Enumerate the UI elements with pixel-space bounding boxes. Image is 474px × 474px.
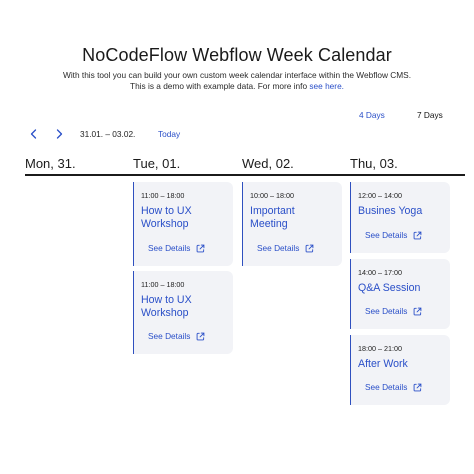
event-card[interactable]: 11:00 – 18:00 How to UX Workshop See Det… (133, 271, 233, 354)
see-details-link[interactable]: See Details (148, 331, 205, 341)
event-title: Important Meeting (250, 205, 334, 230)
page-title: NoCodeFlow Webflow Week Calendar (82, 45, 392, 65)
subtitle-text: This is a demo with example data. For mo… (130, 80, 310, 91)
see-details-link[interactable]: See Details (365, 306, 422, 316)
subtitle-line-2: This is a demo with example data. For mo… (0, 81, 474, 92)
see-details-link[interactable]: See Details (148, 243, 205, 253)
event-title-line: Meeting (250, 217, 288, 230)
external-link-icon (414, 231, 422, 239)
event-card[interactable]: 18:00 – 21:00 After Work See Details (350, 335, 450, 405)
event-title: How to UX Workshop (141, 294, 225, 319)
event-time: 11:00 – 18:00 (141, 280, 185, 289)
today-button[interactable]: Today (158, 129, 180, 139)
chevron-left-icon (30, 129, 37, 139)
event-title: Busines Yoga (358, 205, 442, 218)
view-7-days-button[interactable]: 7 Days (417, 110, 443, 120)
external-link-icon (197, 332, 205, 340)
day-header-tue: Tue, 01. (133, 156, 181, 171)
subtitle-line-1: With this tool you can build your own cu… (62, 70, 411, 80)
day-header-wed: Wed, 02. (242, 156, 294, 171)
next-week-button[interactable] (52, 127, 66, 141)
see-details-label: See Details (257, 243, 300, 253)
view-4-days-button[interactable]: 4 Days (359, 110, 385, 120)
see-details-label: See Details (148, 243, 191, 253)
see-details-label: See Details (365, 230, 408, 240)
external-link-icon (414, 307, 422, 315)
see-details-link[interactable]: See Details (365, 382, 422, 392)
see-details-link[interactable]: See Details (365, 230, 422, 240)
chevron-right-icon (56, 129, 63, 139)
event-title-line: Important (250, 205, 295, 217)
see-details-link[interactable]: See Details (257, 243, 314, 253)
see-details-label: See Details (365, 382, 408, 392)
event-time: 12:00 – 14:00 (358, 191, 402, 200)
event-time: 14:00 – 17:00 (358, 268, 402, 277)
event-title-line: How to UX (141, 294, 192, 306)
event-time: 10:00 – 18:00 (250, 191, 294, 200)
event-title: Q&A Session (358, 282, 442, 295)
prev-week-button[interactable] (27, 127, 41, 141)
event-title: How to UX Workshop (141, 205, 225, 230)
event-title-line: After Work (358, 358, 408, 370)
event-card[interactable]: 14:00 – 17:00 Q&A Session See Details (350, 259, 450, 329)
event-time: 11:00 – 18:00 (141, 191, 185, 200)
event-title-line: Workshop (141, 306, 189, 319)
page-subtitle: With this tool you can build your own cu… (0, 70, 474, 91)
day-header-mon: Mon, 31. (25, 156, 76, 171)
event-title-line: Busines Yoga (358, 205, 423, 217)
event-title-line: Q&A Session (358, 282, 421, 294)
event-card[interactable]: 12:00 – 14:00 Busines Yoga See Details (350, 182, 450, 253)
see-details-label: See Details (365, 306, 408, 316)
see-here-link[interactable]: see here. (309, 81, 344, 91)
event-time: 18:00 – 21:00 (358, 344, 402, 353)
external-link-icon (306, 244, 314, 252)
event-title: After Work (358, 358, 442, 371)
calendar-toolbar: 31.01. – 03.02. Today 4 Days 7 Days (0, 110, 474, 144)
event-card[interactable]: 10:00 – 18:00 Important Meeting See Deta… (242, 182, 342, 266)
event-title-line: Workshop (141, 217, 189, 230)
day-header-thu: Thu, 03. (350, 156, 398, 171)
event-card[interactable]: 11:00 – 18:00 How to UX Workshop See Det… (133, 182, 233, 266)
see-details-label: See Details (148, 331, 191, 341)
external-link-icon (414, 383, 422, 391)
header-divider (25, 174, 465, 176)
external-link-icon (197, 244, 205, 252)
page-header: NoCodeFlow Webflow Week Calendar With th… (0, 44, 474, 91)
date-range: 31.01. – 03.02. (80, 129, 136, 139)
event-title-line: How to UX (141, 205, 192, 217)
